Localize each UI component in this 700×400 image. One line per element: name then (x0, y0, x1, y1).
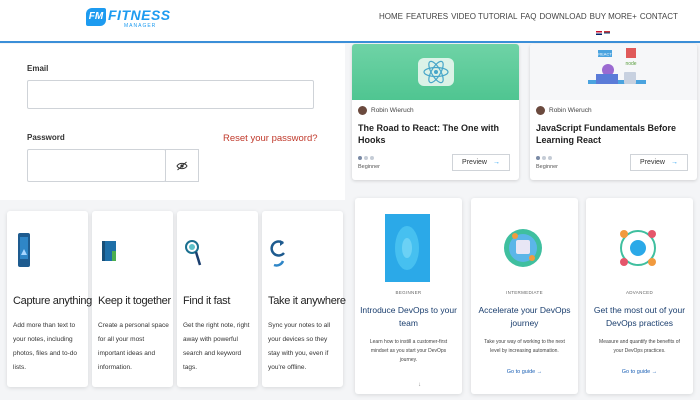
email-field[interactable] (27, 80, 314, 109)
level-tag: BEGINNER (395, 290, 422, 295)
phone-icon (18, 233, 30, 267)
devops-title[interactable]: Get the most out of your DevOps practice… (590, 304, 689, 330)
course-card[interactable]: REACT node Robin Wieruch JavaScript Fund… (530, 44, 697, 180)
devops-intermediate-illustration-icon (504, 229, 542, 267)
course-title[interactable]: JavaScript Fundamentals Before Learning … (536, 122, 692, 146)
devops-text: Measure and quantify the benefits of you… (599, 339, 680, 354)
preview-button[interactable]: Preview → (630, 154, 688, 171)
preview-button[interactable]: Preview → (452, 154, 510, 171)
preview-label: Preview (462, 159, 487, 166)
avatar (536, 106, 545, 115)
author-name: Robin Wieruch (549, 107, 592, 114)
badge-node: node (625, 61, 636, 67)
toggle-password-visibility-button[interactable] (165, 149, 199, 182)
feature-text: Get the right note, right away with powe… (183, 322, 250, 371)
go-to-guide-link[interactable]: Go to guide → (471, 369, 578, 375)
course-author: Robin Wieruch (536, 106, 592, 115)
logo-brand: FITNESS (108, 7, 171, 23)
difficulty-dots (536, 156, 552, 160)
arrow-right-icon: → (492, 159, 500, 166)
nav-faq[interactable]: FAQ (520, 12, 536, 21)
course-image-react-hooks (352, 44, 519, 100)
email-label: Email (27, 64, 49, 73)
devops-text: Learn how to instill a customer-first mi… (369, 339, 448, 363)
feature-text: Create a personal space for all your mos… (98, 322, 169, 371)
level-tag: ADVANCED (625, 290, 654, 295)
react-logo-icon (418, 58, 454, 86)
devops-card-advanced[interactable]: ADVANCED Get the most out of your DevOps… (586, 198, 693, 394)
feature-card-capture: Capture anything Add more than text to y… (7, 211, 92, 387)
go-to-guide-link[interactable]: Go to guide → (586, 369, 693, 375)
password-field[interactable] (27, 149, 166, 182)
course-title[interactable]: The Road to React: The One with Hooks (358, 122, 514, 146)
devops-beginner-illustration-icon (385, 214, 430, 282)
feature-text: Sync your notes to all your devices so t… (268, 322, 331, 371)
devops-card-beginner[interactable]: BEGINNER Introduce DevOps to your team L… (355, 198, 462, 394)
feature-card-together: Keep it together Create a personal space… (92, 211, 173, 387)
fitness-manager-logo[interactable]: FM FITNESS MANAGER (86, 6, 170, 32)
preview-label: Preview (640, 159, 665, 166)
main-nav: HOME FEATURES VIDEO TUTORIAL FAQ DOWNLOA… (379, 12, 678, 21)
rs-flag-icon[interactable] (604, 31, 610, 35)
logo-mark: FM (86, 8, 106, 26)
language-flags (596, 31, 610, 35)
avatar (358, 106, 367, 115)
devops-advanced-illustration-icon (620, 230, 656, 266)
feature-title: Keep it together (98, 295, 171, 307)
notebook-icon (102, 241, 116, 261)
sync-icon (270, 240, 285, 267)
feature-title: Capture anything (13, 295, 92, 307)
uk-flag-icon[interactable] (596, 31, 602, 35)
nav-home[interactable]: HOME (379, 12, 403, 21)
devops-title[interactable]: Accelerate your DevOps journey (475, 304, 574, 330)
course-level: Beginner (536, 164, 559, 170)
feature-text: Add more than text to your notes, includ… (13, 322, 77, 371)
arrow-right-icon: → (670, 159, 678, 166)
nav-contact[interactable]: CONTACT (640, 12, 678, 21)
difficulty-dots (358, 156, 374, 160)
course-card[interactable]: Robin Wieruch The Road to React: The One… (352, 44, 519, 180)
author-name: Robin Wieruch (371, 107, 414, 114)
course-level: Beginner (358, 164, 381, 170)
developer-illustration-icon: REACT node (588, 48, 646, 84)
devops-text: Take your way of working to the next lev… (484, 339, 565, 354)
devops-card-intermediate[interactable]: INTERMEDIATE Accelerate your DevOps jour… (471, 198, 578, 394)
password-label: Password (27, 133, 65, 142)
eye-slash-icon (176, 161, 188, 170)
course-author: Robin Wieruch (358, 106, 414, 115)
scroll-down-icon[interactable]: ↓ (418, 382, 421, 388)
logo-sub: MANAGER (124, 23, 157, 29)
reset-password-link[interactable]: Reset your password? (223, 133, 318, 144)
magnifier-icon (185, 240, 202, 266)
course-image-js-fundamentals: REACT node (530, 44, 697, 100)
feature-title: Take it anywhere (268, 295, 346, 307)
nav-features[interactable]: FEATURES (406, 12, 448, 21)
site-header: FM FITNESS MANAGER HOME FEATURES VIDEO T… (0, 0, 700, 43)
feature-card-find: Find it fast Get the right note, right a… (177, 211, 258, 387)
feature-card-anywhere: Take it anywhere Sync your notes to all … (262, 211, 346, 387)
devops-title[interactable]: Introduce DevOps to your team (359, 304, 458, 330)
badge-react: REACT (598, 52, 612, 57)
nav-download[interactable]: DOWNLOAD (539, 12, 586, 21)
feature-title: Find it fast (183, 295, 231, 307)
level-tag: INTERMEDIATE (506, 290, 543, 295)
nav-video-tutorial[interactable]: VIDEO TUTORIAL (451, 12, 517, 21)
nav-buy-more[interactable]: BUY MORE+ (590, 12, 637, 21)
